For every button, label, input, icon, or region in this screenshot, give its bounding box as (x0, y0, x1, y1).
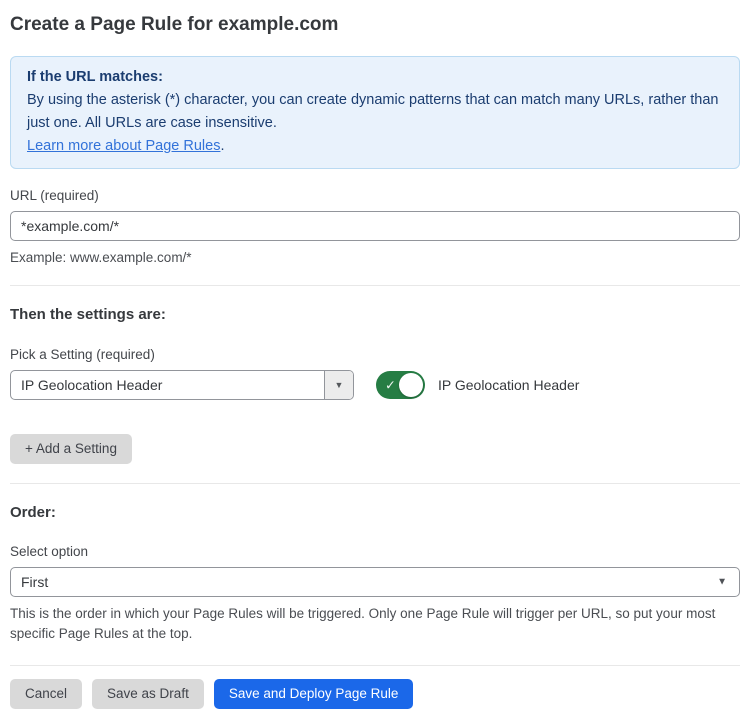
info-box-link-row: Learn more about Page Rules. (27, 135, 723, 158)
toggle-label: IP Geolocation Header (438, 377, 579, 393)
info-box-body: By using the asterisk (*) character, you… (27, 89, 723, 135)
setting-select-value: IP Geolocation Header (11, 371, 324, 399)
order-select-chevron-down-icon: ▼ (717, 577, 727, 588)
setting-select[interactable]: IP Geolocation Header ▼ (10, 370, 354, 400)
cancel-button[interactable]: Cancel (10, 679, 82, 709)
page-title: Create a Page Rule for example.com (10, 14, 740, 36)
order-select[interactable]: First ▼ (10, 567, 740, 597)
select-option-label: Select option (10, 544, 740, 559)
save-and-deploy-button[interactable]: Save and Deploy Page Rule (214, 679, 414, 709)
order-section-heading: Order: (10, 504, 740, 522)
order-select-value: First (21, 574, 48, 590)
setting-row: IP Geolocation Header ▼ ✓ IP Geolocation… (10, 370, 740, 400)
divider (10, 665, 740, 666)
order-helper-text: This is the order in which your Page Rul… (10, 604, 736, 644)
ip-geolocation-toggle[interactable]: ✓ (376, 371, 425, 399)
url-example-helper: Example: www.example.com/* (10, 248, 740, 268)
create-page-rule-form: Create a Page Rule for example.com If th… (0, 0, 750, 721)
save-as-draft-button[interactable]: Save as Draft (92, 679, 204, 709)
link-period: . (220, 138, 224, 154)
info-box-heading: If the URL matches: (27, 66, 723, 89)
pick-setting-label: Pick a Setting (required) (10, 347, 740, 362)
learn-more-page-rules-link[interactable]: Learn more about Page Rules (27, 138, 220, 154)
url-match-info-box: If the URL matches: By using the asteris… (10, 56, 740, 169)
setting-select-chevron-down-icon[interactable]: ▼ (324, 371, 353, 399)
divider (10, 285, 740, 286)
add-setting-button[interactable]: + Add a Setting (10, 434, 132, 464)
toggle-knob (399, 373, 423, 397)
url-input[interactable] (10, 211, 740, 241)
divider (10, 483, 740, 484)
settings-section-heading: Then the settings are: (10, 306, 740, 324)
url-label: URL (required) (10, 188, 740, 203)
check-icon: ✓ (385, 379, 396, 392)
footer-actions: Cancel Save as Draft Save and Deploy Pag… (10, 679, 740, 709)
